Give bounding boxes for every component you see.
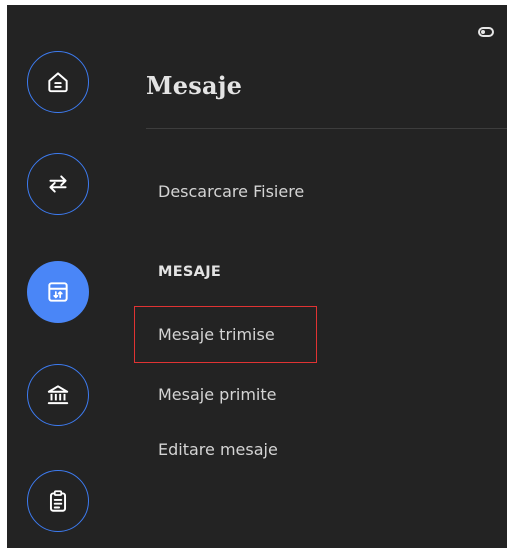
menu-item-mesaje-primite[interactable]: Mesaje primite: [158, 385, 277, 404]
clipboard-icon: [49, 490, 67, 512]
transfer-icon: [49, 175, 67, 193]
rail-messages-button[interactable]: [27, 261, 89, 323]
bank-icon: [47, 385, 69, 405]
rail-clipboard-button[interactable]: [27, 470, 89, 532]
app-panel: Mesaje Descarcare Fisiere MESAJE Mesaje …: [7, 5, 507, 548]
menu-item-descarcare-fisiere[interactable]: Descarcare Fisiere: [158, 182, 304, 201]
rail-bank-button[interactable]: [27, 364, 89, 426]
home-icon: [48, 72, 68, 93]
divider: [146, 128, 507, 129]
toggle-knob: [481, 30, 485, 34]
rail-transfer-button[interactable]: [27, 153, 89, 215]
messages-icon: [48, 282, 68, 302]
rail-home-button[interactable]: [27, 51, 89, 113]
section-title-mesaje: MESAJE: [158, 264, 222, 280]
menu-item-mesaje-trimise[interactable]: Mesaje trimise: [158, 325, 275, 344]
page-title: Mesaje: [146, 71, 243, 100]
theme-toggle-icon[interactable]: [478, 27, 494, 37]
menu-item-editare-mesaje[interactable]: Editare mesaje: [158, 440, 278, 459]
